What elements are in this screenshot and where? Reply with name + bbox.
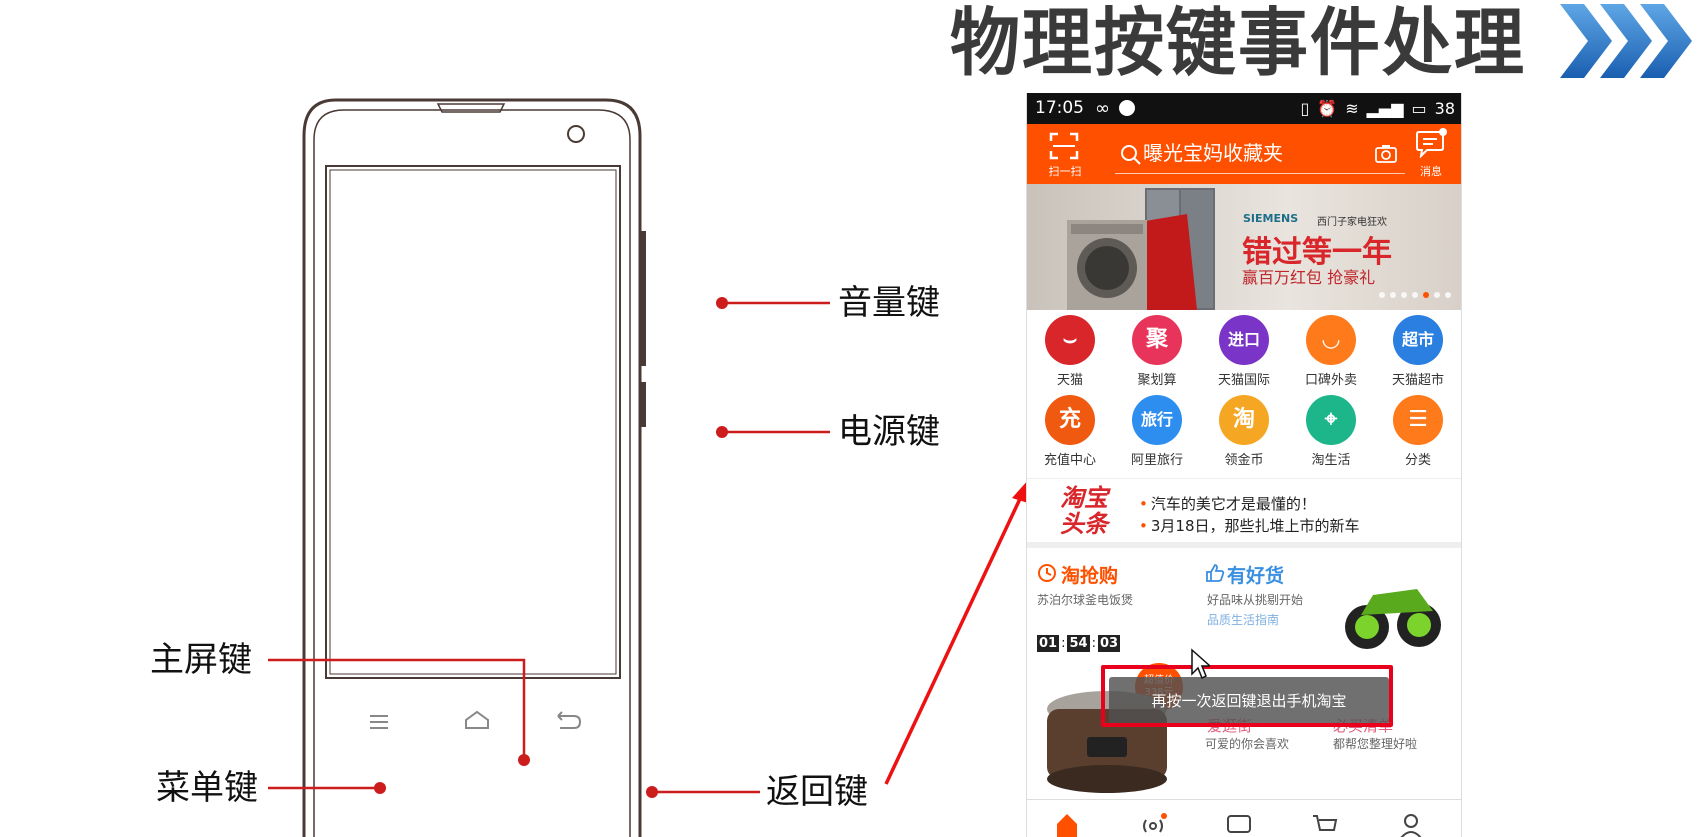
- profile-icon[interactable]: [1397, 810, 1425, 837]
- shopping-street-sub: 可爱的你会喜欢: [1205, 737, 1290, 751]
- gold-coin-icon: 淘: [1219, 395, 1269, 445]
- taobao-headlines-logo: 淘宝头条: [1060, 484, 1108, 538]
- recharge-icon: 充: [1045, 395, 1095, 445]
- back-key-label: 返回键: [766, 772, 868, 812]
- thumbs-up-icon: [1206, 564, 1225, 582]
- good-goods-sub2: 品质生活指南: [1207, 613, 1280, 627]
- status-bar: 17:05 ∞ ▯ ⏰ ≋ ▂▄▆ ▭ 38: [1027, 93, 1461, 124]
- location-pin-icon: ⌖: [1306, 395, 1356, 445]
- category-grid: ⌣ 天猫 聚 聚划算 进口 天猫国际 ◡ 口碑外卖 超市 天猫超市 充 充值中心…: [1027, 315, 1461, 471]
- signal-icon: ▂▄▆: [1366, 99, 1404, 118]
- scan-button[interactable]: 扫一扫: [1037, 128, 1093, 180]
- scan-label: 扫一扫: [1048, 165, 1082, 178]
- good-goods-title[interactable]: 有好货: [1227, 561, 1284, 588]
- flash-sale-title[interactable]: 淘抢购: [1061, 561, 1118, 588]
- koubei-icon: ◡: [1306, 315, 1356, 365]
- broadcast-icon[interactable]: [1139, 810, 1167, 837]
- battery-icon: ▭: [1411, 99, 1427, 118]
- headline-item[interactable]: 汽车的美它才是最懂的！: [1139, 493, 1316, 514]
- clock-icon: [1038, 564, 1056, 582]
- grid-item-recharge[interactable]: 充 充值中心: [1027, 395, 1113, 471]
- grid-item-life[interactable]: ⌖ 淘生活: [1288, 395, 1374, 471]
- vibrate-icon: ▯: [1300, 99, 1310, 118]
- promo-banner[interactable]: SIEMENS 西门子家电狂欢 错过等一年 赢百万红包 抢豪礼: [1027, 184, 1461, 310]
- grid-item-tmall-global[interactable]: 进口 天猫国际: [1201, 315, 1287, 391]
- chevron-arrows-icon: [1560, 4, 1692, 78]
- power-key-label: 电源键: [838, 412, 940, 452]
- grid-item-juhuasuan[interactable]: 聚 聚划算: [1114, 315, 1200, 391]
- battery-level: 38: [1434, 99, 1455, 118]
- tmall-global-icon: 进口: [1219, 315, 1269, 365]
- volume-key-label: 音量键: [838, 283, 940, 323]
- grid-item-koubei[interactable]: ◡ 口碑外卖: [1288, 315, 1374, 391]
- headline-item[interactable]: 3月18日，那些扎堆上市的新车: [1139, 515, 1360, 536]
- message-label: 消息: [1420, 165, 1442, 178]
- grid-item-travel[interactable]: 旅行 阿里旅行: [1114, 395, 1200, 471]
- supermarket-icon: 超市: [1393, 315, 1443, 365]
- cart-icon[interactable]: [1311, 810, 1339, 837]
- scan-icon: [1049, 132, 1079, 160]
- banner-brand-sub: 西门子家电狂欢: [1317, 217, 1387, 228]
- camera-icon[interactable]: [1375, 144, 1397, 164]
- banner-brand: SIEMENS: [1243, 212, 1299, 225]
- search-box[interactable]: [1115, 134, 1405, 174]
- wifi-icon: ≋: [1345, 99, 1359, 118]
- grid-item-category[interactable]: ☰ 分类: [1375, 395, 1461, 471]
- juhuasuan-icon: 聚: [1132, 315, 1182, 365]
- menu-key-label: 菜单键: [156, 768, 258, 808]
- infinity-icon: ∞: [1095, 98, 1110, 119]
- must-buy-sub: 都帮您整理好啦: [1333, 737, 1418, 751]
- menu-key-icon: [370, 715, 388, 729]
- slide-title: 物理按键事件处理: [950, 0, 1526, 87]
- travel-icon: 旅行: [1132, 395, 1182, 445]
- home-key-label: 主屏键: [150, 640, 252, 680]
- notification-icon: [1119, 100, 1135, 116]
- status-time: 17:05: [1035, 98, 1084, 118]
- toy-car-image: [1345, 589, 1441, 649]
- bottom-tab-bar: [1027, 799, 1461, 837]
- search-input[interactable]: [1143, 138, 1343, 168]
- search-icon: [1121, 145, 1141, 165]
- message-button[interactable]: 消息: [1407, 126, 1455, 182]
- taobao-headlines[interactable]: 淘宝头条 汽车的美它才是最懂的！ 3月18日，那些扎堆上市的新车: [1027, 478, 1461, 548]
- home-icon[interactable]: [1053, 810, 1081, 837]
- app-header: 扫一扫 消息: [1027, 124, 1461, 184]
- toast-highlight-box: [1101, 665, 1393, 727]
- alarm-icon: ⏰: [1317, 99, 1338, 118]
- tmall-icon: ⌣: [1045, 315, 1095, 365]
- grid-item-gold-coins[interactable]: 淘 领金币: [1201, 395, 1287, 471]
- appliance-image: [1067, 188, 1215, 310]
- grid-item-tmall-supermarket[interactable]: 超市 天猫超市: [1375, 315, 1461, 391]
- flash-sale-sub: 苏泊尔球釜电饭煲: [1037, 593, 1134, 607]
- home-key-icon: [465, 710, 489, 729]
- list-icon: ☰: [1393, 395, 1443, 445]
- message-icon: [1416, 128, 1447, 158]
- grid-item-tmall[interactable]: ⌣ 天猫: [1027, 315, 1113, 391]
- mouse-cursor-icon: [1191, 648, 1210, 680]
- banner-pagination: [1379, 292, 1451, 298]
- chat-icon[interactable]: [1225, 810, 1253, 837]
- banner-subline: 赢百万红包 抢豪礼: [1242, 268, 1376, 287]
- back-key-icon: [557, 711, 582, 729]
- countdown-timer: 01: 54: 03: [1037, 635, 1121, 652]
- phone-outline-drawing: [302, 98, 646, 837]
- good-goods-sub: 好品味从挑剔开始: [1207, 593, 1304, 607]
